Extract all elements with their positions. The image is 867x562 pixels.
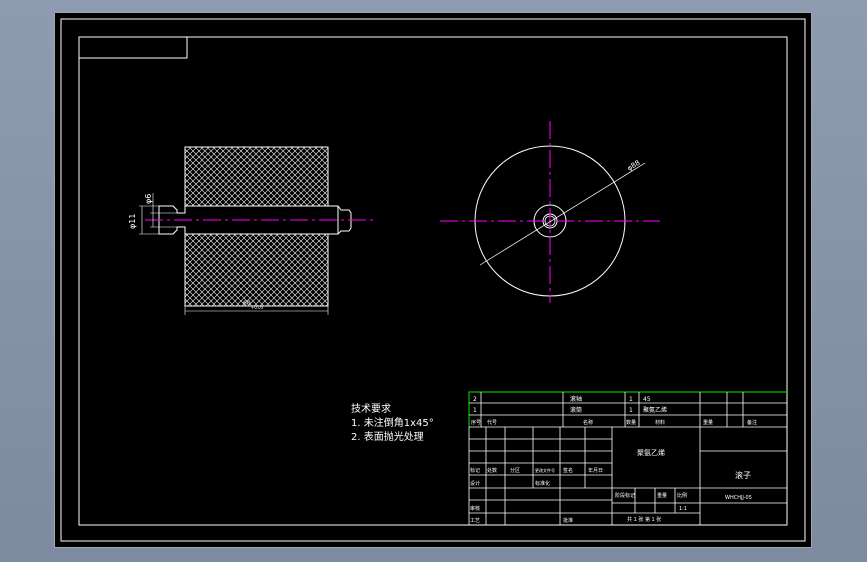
header-qty: 数量 xyxy=(626,419,636,426)
header-seq: 序号 xyxy=(471,419,481,426)
technical-notes: 技术要求 1. 未注倒角1x45° 2. 表面抛光处理 xyxy=(351,403,434,445)
roller-section-lower xyxy=(184,233,329,307)
label-mark: 标记 xyxy=(470,467,480,474)
label-approve: 批准 xyxy=(563,517,573,524)
label-date: 年月日 xyxy=(588,467,603,474)
label-stage: 阶段标记 xyxy=(615,492,635,499)
material-main: 聚氨乙烯 xyxy=(637,448,665,457)
label-weight: 重量 xyxy=(657,492,667,499)
cad-viewport[interactable]: φ11 φ6 60 +0.05 φ88 2 滚轴 1 45 1 滚筒 1 聚氨乙… xyxy=(54,12,812,548)
label-scale: 比例 xyxy=(677,492,687,499)
label-check: 审核 xyxy=(470,505,480,512)
part-1-material: 聚氨乙烯 xyxy=(643,406,667,414)
title-block-text: 2 滚轴 1 45 1 滚筒 1 聚氨乙烯 序号 代号 名称 数量 材料 重量 … xyxy=(470,395,757,524)
drawing-code-box xyxy=(78,36,188,59)
part-2-qty: 1 xyxy=(629,396,633,403)
title-block xyxy=(468,391,788,526)
part-2-seq: 2 xyxy=(473,396,477,403)
dimension-outer-diameter: φ88 xyxy=(626,159,642,173)
roller-end-view: φ88 xyxy=(440,121,660,303)
label-design: 设计 xyxy=(470,480,480,487)
roller-side-view: φ11 φ6 60 +0.05 xyxy=(128,146,373,315)
dimension-bore-diameter: φ6 xyxy=(144,194,153,204)
part-2-name: 滚轴 xyxy=(570,395,582,403)
label-standardize: 标准化 xyxy=(535,480,550,487)
label-sign: 签名 xyxy=(563,467,573,474)
drawing-number: WHCHJJ-05 xyxy=(725,495,752,501)
part-2-material: 45 xyxy=(643,396,651,403)
title-block-frame xyxy=(468,391,788,526)
part-1-seq: 1 xyxy=(473,407,477,414)
label-craft: 工艺 xyxy=(470,518,480,524)
label-count: 处数 xyxy=(487,467,497,474)
part-title: 滚子 xyxy=(735,470,751,480)
drawing-canvas: φ11 φ6 60 +0.05 φ88 2 滚轴 1 45 1 滚筒 1 聚氨乙… xyxy=(60,18,806,542)
part-1-qty: 1 xyxy=(629,407,633,414)
roller-section-upper xyxy=(184,146,329,207)
sheet-info: 共 1 张 第 1 张 xyxy=(627,516,661,523)
label-zone: 分区 xyxy=(510,467,520,474)
header-material: 材料 xyxy=(655,419,665,426)
notes-line-1: 1. 未注倒角1x45° xyxy=(351,418,434,429)
header-name: 名称 xyxy=(583,419,593,426)
header-weight: 重量 xyxy=(703,419,713,426)
part-1-name: 滚筒 xyxy=(570,406,582,414)
diameter-leader xyxy=(479,162,646,266)
dimension-length-tolerance: +0.05 xyxy=(251,305,264,310)
header-note: 备注 xyxy=(747,419,757,426)
label-change-doc: 更改文件号 xyxy=(535,467,555,473)
notes-heading: 技术要求 xyxy=(351,404,391,415)
outer-frame xyxy=(60,18,806,542)
scale-value: 1:1 xyxy=(679,506,687,512)
notes-line-2: 2. 表面抛光处理 xyxy=(351,432,424,443)
dimension-shaft-diameter: φ11 xyxy=(128,214,137,229)
header-code: 代号 xyxy=(487,419,497,426)
dimension-length: 60 xyxy=(243,300,251,307)
